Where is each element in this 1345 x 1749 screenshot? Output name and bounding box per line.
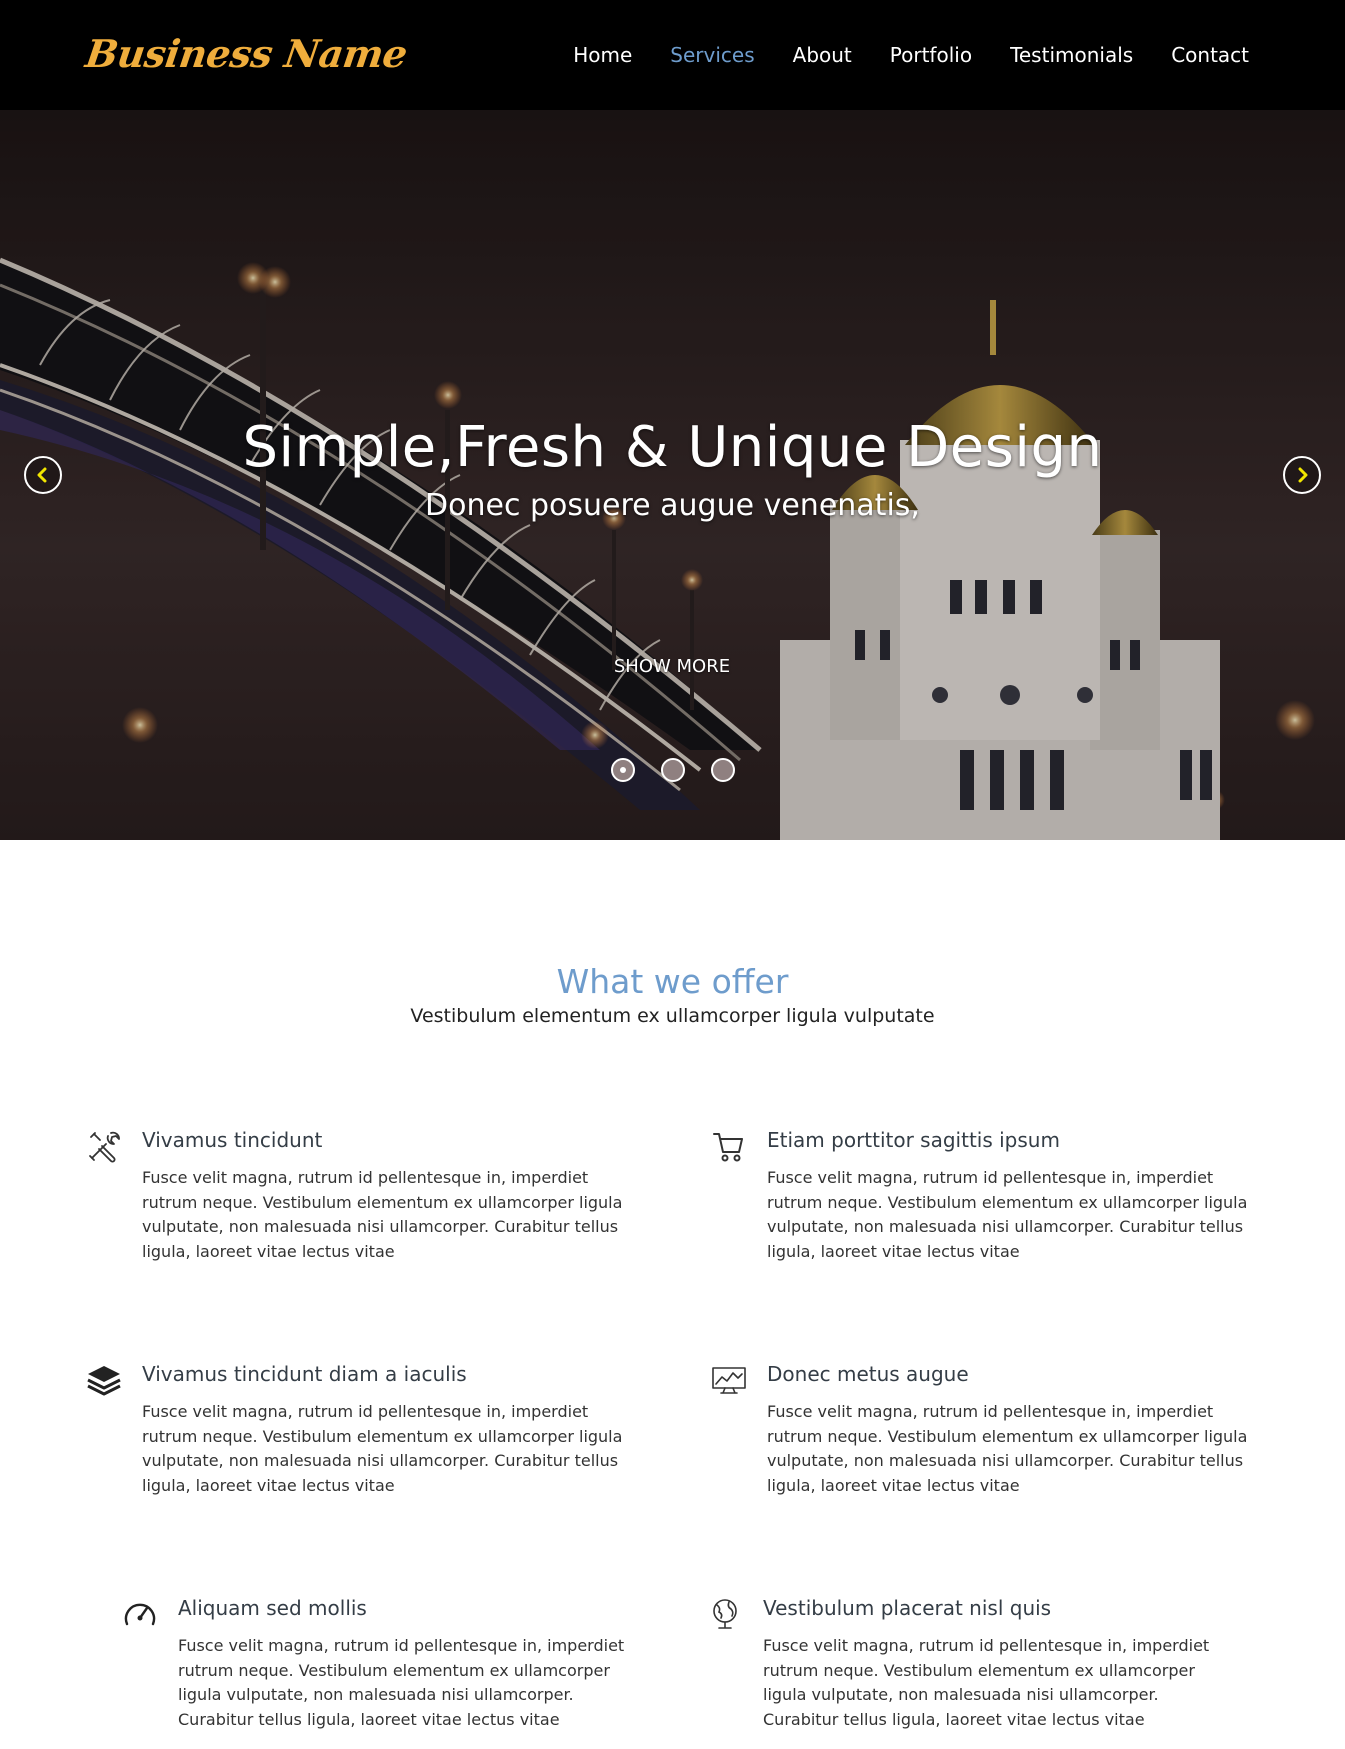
- layers-icon: [87, 1366, 121, 1396]
- slider-next-button[interactable]: [1283, 456, 1321, 494]
- feature-text: Fusce velit magna, rutrum id pellentesqu…: [763, 1636, 1210, 1729]
- chevron-right-icon: [1298, 467, 1308, 483]
- cart-icon: [713, 1133, 743, 1162]
- logo[interactable]: Business Name: [83, 31, 410, 76]
- main-nav: Home Services About Portfolio Testimonia…: [573, 41, 1249, 69]
- feature-text: Fusce velit magna, rutrum id pellentesqu…: [178, 1636, 625, 1729]
- show-more-button[interactable]: SHOW MORE: [572, 656, 772, 677]
- slider-dot-1[interactable]: [611, 758, 635, 782]
- feature-title: Vivamus tincidunt: [142, 1128, 323, 1152]
- feature-title: Aliquam sed mollis: [178, 1596, 367, 1620]
- nav-about[interactable]: About: [793, 41, 852, 69]
- nav-portfolio[interactable]: Portfolio: [890, 41, 972, 69]
- slider-dots: [611, 758, 735, 782]
- section-title: What we offer: [556, 962, 789, 1001]
- nav-testimonials[interactable]: Testimonials: [1010, 41, 1133, 69]
- feature-text: Fusce velit magna, rutrum id pellentesqu…: [767, 1168, 1248, 1261]
- site-header: Business Name Home Services About Portfo…: [0, 0, 1345, 110]
- speedometer-icon: [124, 1603, 156, 1626]
- slider-prev-button[interactable]: [24, 456, 62, 494]
- slider-dot-3[interactable]: [711, 758, 735, 782]
- nav-services[interactable]: Services: [670, 41, 754, 69]
- chevron-left-icon: [37, 467, 47, 483]
- feature-title: Etiam porttitor sagittis ipsum: [767, 1128, 1060, 1152]
- globe-icon: [713, 1599, 737, 1629]
- feature-text: Fusce velit magna, rutrum id pellentesqu…: [767, 1402, 1248, 1495]
- hero-slider: Simple,Fresh & Unique Design Donec posue…: [0, 110, 1345, 840]
- hero-title: Simple,Fresh & Unique Design: [242, 415, 1103, 480]
- feature-title: Vestibulum placerat nisl quis: [763, 1596, 1052, 1620]
- feature-title: Vivamus tincidunt diam a iaculis: [142, 1362, 467, 1386]
- monitor-chart-icon: [712, 1367, 746, 1394]
- slider-dot-2[interactable]: [661, 758, 685, 782]
- nav-contact[interactable]: Contact: [1171, 41, 1249, 69]
- nav-home[interactable]: Home: [573, 41, 632, 69]
- tools-icon: [89, 1131, 120, 1163]
- feature-text: Fusce velit magna, rutrum id pellentesqu…: [142, 1168, 623, 1261]
- hero-subtitle: Donec posuere augue venenatis,: [425, 488, 920, 523]
- section-subtitle: Vestibulum elementum ex ullamcorper ligu…: [410, 1005, 935, 1027]
- feature-text: Fusce velit magna, rutrum id pellentesqu…: [142, 1402, 623, 1495]
- feature-title: Donec metus augue: [767, 1362, 969, 1386]
